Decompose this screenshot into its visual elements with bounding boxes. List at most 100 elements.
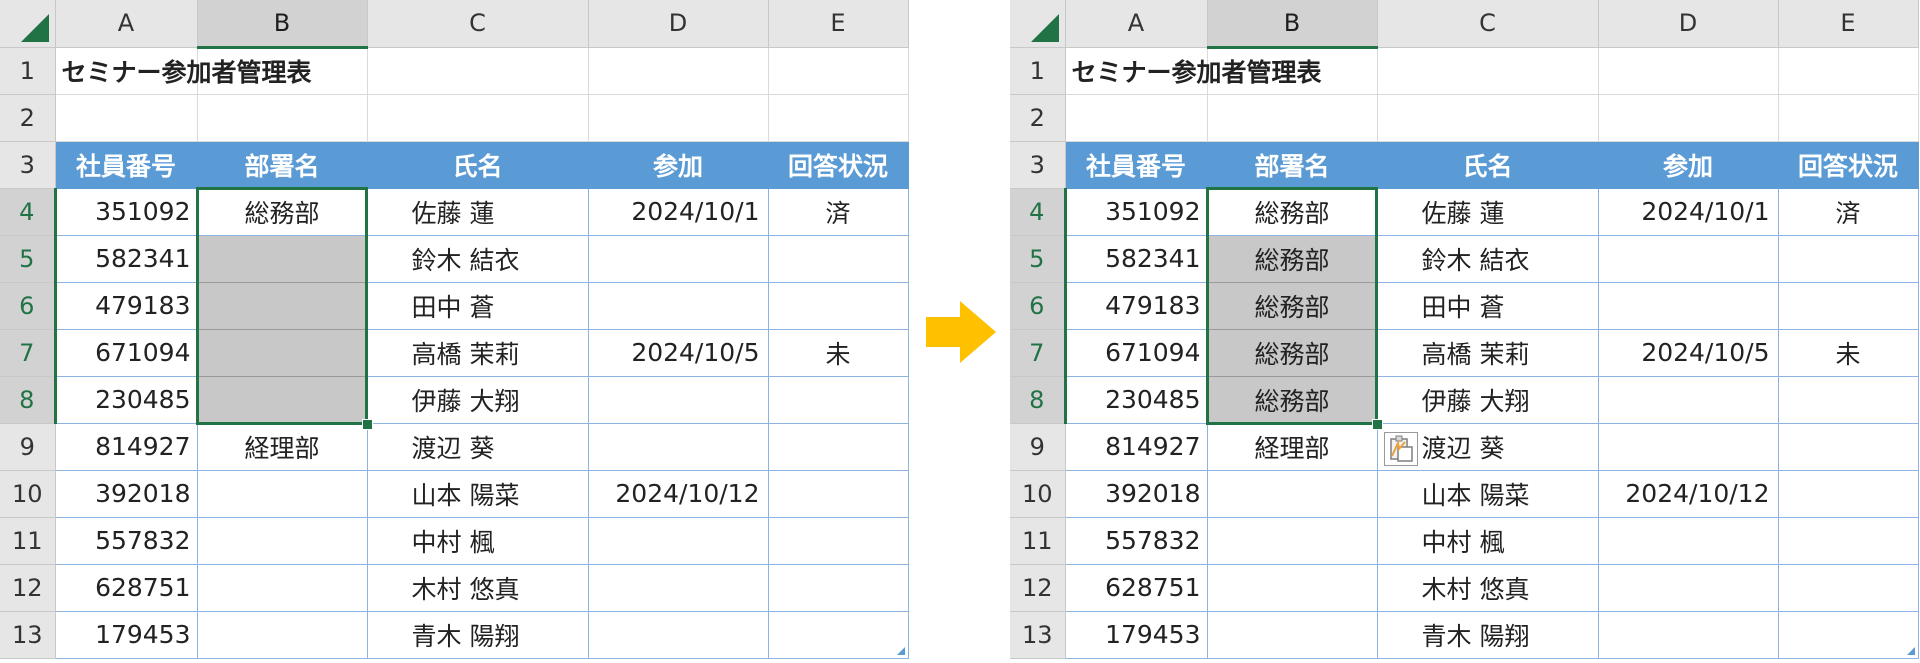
row-header-9[interactable]: 9	[1010, 423, 1066, 471]
cell-e13[interactable]	[768, 611, 909, 659]
row-header-1[interactable]: 1	[0, 47, 56, 95]
cell-e2[interactable]	[768, 94, 909, 142]
cell-e6[interactable]	[768, 282, 909, 330]
cell-b7[interactable]	[197, 329, 368, 377]
cell-c11[interactable]: 中村 楓	[367, 517, 589, 565]
cell-a13[interactable]: 179453	[1065, 611, 1208, 659]
column-header-d[interactable]: D	[588, 0, 769, 48]
cell-a8[interactable]: 230485	[1065, 376, 1208, 424]
cell-a10[interactable]: 392018	[1065, 470, 1208, 518]
cell-d9[interactable]	[1598, 423, 1779, 471]
cell-e6[interactable]	[1778, 282, 1919, 330]
cell-c13[interactable]: 青木 陽翔	[367, 611, 589, 659]
cell-d1[interactable]	[588, 47, 769, 95]
cell-c11[interactable]: 中村 楓	[1377, 517, 1599, 565]
cell-b12[interactable]	[1207, 564, 1378, 612]
cell-d13[interactable]	[1598, 611, 1779, 659]
row-header-2[interactable]: 2	[0, 94, 56, 142]
table-header-cell[interactable]: 参加	[1598, 141, 1779, 189]
column-header-d[interactable]: D	[1598, 0, 1779, 48]
cell-e5[interactable]	[768, 235, 909, 283]
cell-d2[interactable]	[1598, 94, 1779, 142]
row-header-7[interactable]: 7	[0, 329, 57, 377]
cell-c2[interactable]	[1377, 94, 1599, 142]
cell-d10[interactable]: 2024/10/12	[1598, 470, 1779, 518]
table-header-cell[interactable]: 参加	[588, 141, 769, 189]
row-header-3[interactable]: 3	[0, 141, 56, 189]
cell-d8[interactable]	[588, 376, 769, 424]
row-header-8[interactable]: 8	[1010, 376, 1067, 424]
cell-d12[interactable]	[588, 564, 769, 612]
cell-d11[interactable]	[588, 517, 769, 565]
cell-a6[interactable]: 479183	[55, 282, 198, 330]
cell-c7[interactable]: 高橋 茉莉	[367, 329, 589, 377]
cell-e1[interactable]	[768, 47, 909, 95]
row-header-4[interactable]: 4	[0, 188, 57, 236]
cell-d4[interactable]: 2024/10/1	[588, 188, 769, 236]
column-header-a[interactable]: A	[55, 0, 198, 48]
table-header-cell[interactable]: 氏名	[367, 141, 589, 189]
row-header-6[interactable]: 6	[1010, 282, 1067, 330]
row-header-13[interactable]: 13	[1010, 611, 1066, 659]
cell-e4[interactable]: 済	[768, 188, 909, 236]
cell-c5[interactable]: 鈴木 結衣	[367, 235, 589, 283]
row-header-7[interactable]: 7	[1010, 329, 1067, 377]
cell-d2[interactable]	[588, 94, 769, 142]
cell-e12[interactable]	[768, 564, 909, 612]
table-header-cell[interactable]: 回答状況	[768, 141, 909, 189]
cell-c6[interactable]: 田中 蒼	[367, 282, 589, 330]
cell-d5[interactable]	[588, 235, 769, 283]
cell-a12[interactable]: 628751	[1065, 564, 1208, 612]
cell-a9[interactable]: 814927	[1065, 423, 1208, 471]
row-header-12[interactable]: 12	[0, 564, 56, 612]
sheet-title[interactable]: セミナー参加者管理表	[55, 47, 312, 95]
cell-b4[interactable]: 総務部	[1207, 188, 1378, 236]
column-header-b[interactable]: B	[1207, 0, 1378, 49]
cell-d6[interactable]	[1598, 282, 1779, 330]
row-header-8[interactable]: 8	[0, 376, 57, 424]
row-header-3[interactable]: 3	[1010, 141, 1066, 189]
cell-d7[interactable]: 2024/10/5	[1598, 329, 1779, 377]
cell-e8[interactable]	[768, 376, 909, 424]
cell-a8[interactable]: 230485	[55, 376, 198, 424]
cell-a11[interactable]: 557832	[1065, 517, 1208, 565]
cell-b5[interactable]	[197, 235, 368, 283]
paste-options-icon[interactable]	[1384, 432, 1418, 466]
row-header-13[interactable]: 13	[0, 611, 56, 659]
cell-a7[interactable]: 671094	[55, 329, 198, 377]
cell-d12[interactable]	[1598, 564, 1779, 612]
cell-c1[interactable]	[367, 47, 589, 95]
cell-b2[interactable]	[197, 94, 368, 142]
row-header-11[interactable]: 11	[0, 517, 56, 565]
row-header-2[interactable]: 2	[1010, 94, 1066, 142]
cell-d11[interactable]	[1598, 517, 1779, 565]
column-header-c[interactable]: C	[1377, 0, 1599, 48]
cell-d13[interactable]	[588, 611, 769, 659]
cell-b12[interactable]	[197, 564, 368, 612]
cell-e11[interactable]	[1778, 517, 1919, 565]
cell-b5[interactable]: 総務部	[1207, 235, 1378, 283]
cell-e9[interactable]	[1778, 423, 1919, 471]
cell-c9[interactable]: 渡辺 葵	[367, 423, 589, 471]
cell-c2[interactable]	[367, 94, 589, 142]
column-header-a[interactable]: A	[1065, 0, 1208, 48]
cell-d8[interactable]	[1598, 376, 1779, 424]
cell-c12[interactable]: 木村 悠真	[1377, 564, 1599, 612]
row-header-9[interactable]: 9	[0, 423, 56, 471]
cell-e4[interactable]: 済	[1778, 188, 1919, 236]
cell-b8[interactable]: 総務部	[1207, 376, 1378, 424]
cell-b10[interactable]	[1207, 470, 1378, 518]
table-resize-handle[interactable]	[897, 647, 905, 655]
table-resize-handle[interactable]	[1907, 647, 1915, 655]
cell-c4[interactable]: 佐藤 蓮	[367, 188, 589, 236]
cell-e12[interactable]	[1778, 564, 1919, 612]
cell-e11[interactable]	[768, 517, 909, 565]
cell-e9[interactable]	[768, 423, 909, 471]
column-header-e[interactable]: E	[1778, 0, 1919, 48]
table-header-cell[interactable]: 氏名	[1377, 141, 1599, 189]
cell-a2[interactable]	[1065, 94, 1208, 142]
cell-a9[interactable]: 814927	[55, 423, 198, 471]
cell-c10[interactable]: 山本 陽菜	[367, 470, 589, 518]
row-header-10[interactable]: 10	[0, 470, 56, 518]
table-header-cell[interactable]: 部署名	[197, 141, 368, 189]
